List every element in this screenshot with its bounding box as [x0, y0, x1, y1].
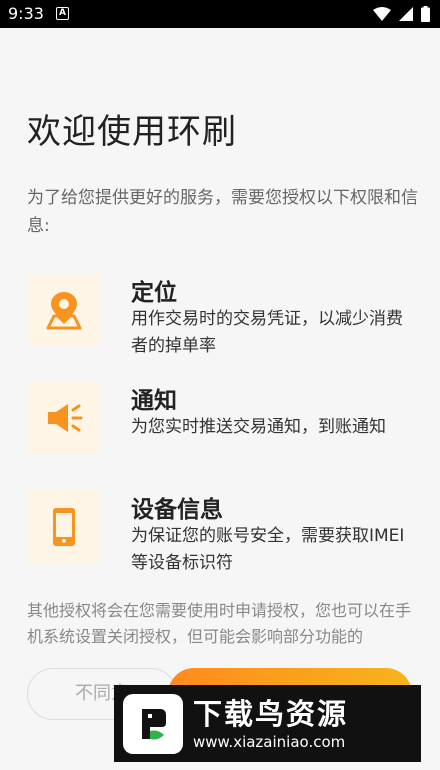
app-notification-icon: A	[56, 7, 69, 20]
status-bar: 9:33 A	[0, 0, 440, 28]
location-icon	[46, 291, 81, 329]
watermark-url: www.xiazainiao.com	[193, 732, 346, 751]
permission-desc: 用作交易时的交易凭证，以减少消费者的掉单率	[131, 309, 403, 356]
notification-icon	[47, 403, 82, 432]
battery-icon	[421, 6, 430, 22]
permission-title: 设备信息	[131, 497, 223, 523]
permission-notification: 通知 为您实时推送交易通知，到账通知	[27, 381, 419, 457]
permission-title: 定位	[131, 280, 177, 306]
permission-desc: 为保证您的账号安全，需要获取IMEI等设备标识符	[131, 526, 405, 573]
permission-icon-box	[27, 381, 100, 454]
watermark-banner: 下载鸟资源 www.xiazainiao.com	[114, 685, 421, 762]
footer-note: 其他授权将会在您需要使用时申请授权，您也可以在手机系统设置关闭授权，但可能会影响…	[27, 601, 412, 646]
status-time: 9:33	[8, 4, 44, 23]
wifi-icon	[373, 7, 391, 21]
watermark-title: 下载鸟资源	[193, 696, 349, 731]
status-icons	[373, 5, 430, 23]
permission-icon-box	[27, 273, 100, 346]
watermark-text: 下载鸟资源 www.xiazainiao.com	[193, 696, 348, 752]
page-title: 欢迎使用环刷	[27, 112, 237, 152]
bird-logo-icon	[132, 702, 174, 745]
permission-title: 通知	[131, 388, 177, 414]
signal-icon	[399, 7, 413, 21]
permission-desc: 为您实时推送交易通知，到账通知	[131, 417, 386, 437]
permission-icon-box	[27, 490, 100, 563]
device-icon	[52, 507, 75, 546]
permission-location: 定位 用作交易时的交易凭证，以减少消费者的掉单率	[27, 273, 419, 356]
intro-text: 为了给您提供更好的服务，需要您授权以下权限和信息:	[27, 188, 418, 236]
permission-device-info: 设备信息 为保证您的账号安全，需要获取IMEI等设备标识符	[27, 490, 419, 573]
watermark-logo	[123, 693, 183, 754]
